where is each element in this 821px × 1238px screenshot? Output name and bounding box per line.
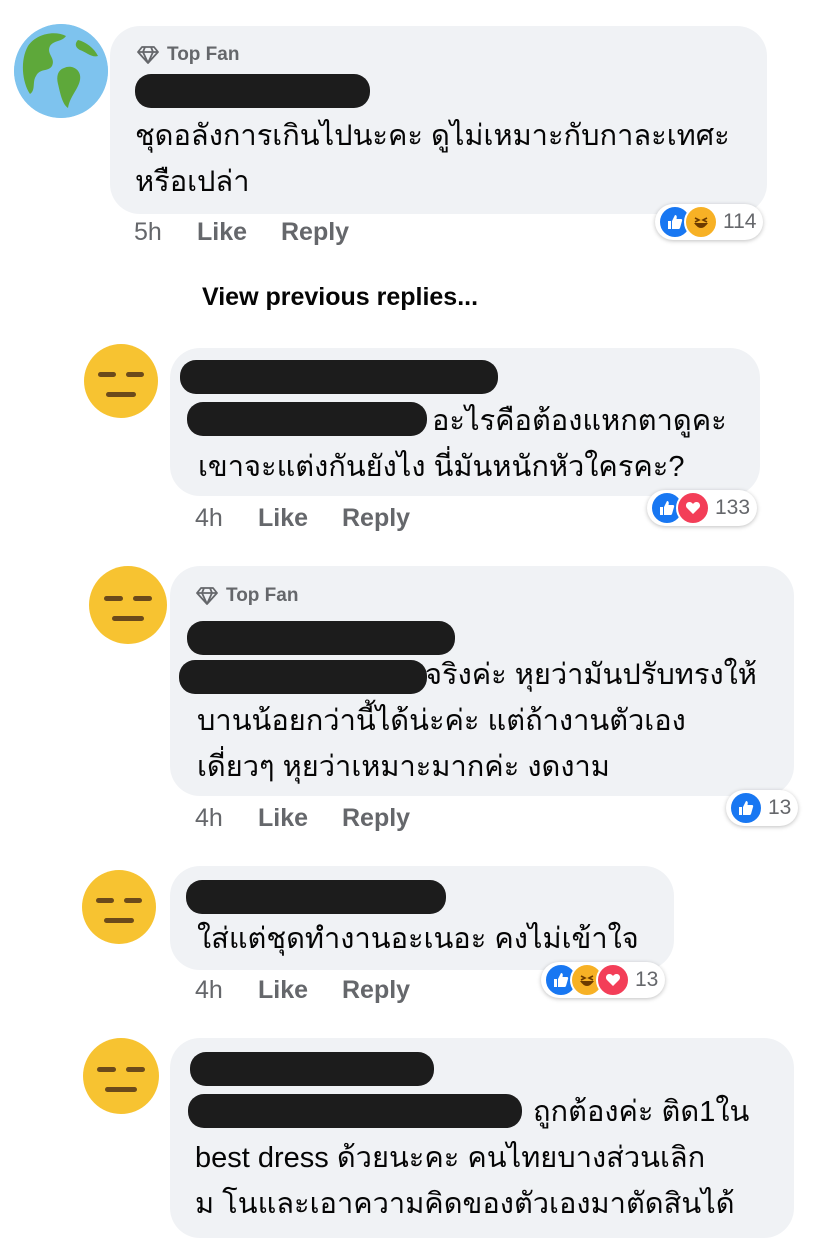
like-reaction-icon bbox=[729, 791, 763, 825]
comment-actions: 5h Like Reply bbox=[134, 218, 349, 247]
globe-icon bbox=[14, 24, 108, 118]
top-fan-label: Top Fan bbox=[167, 44, 240, 65]
diamond-icon bbox=[196, 587, 218, 605]
like-button[interactable]: Like bbox=[197, 218, 281, 247]
comment-text: จริงค่ะ หุยว่ามันปรับทรงให้ บานน้อยกว่าน… bbox=[197, 659, 757, 783]
comment-text: ใส่แต่ชุดทำงานอะเนอะ คงไม่เข้าใจ bbox=[197, 923, 639, 955]
reaction-count: 13 bbox=[635, 968, 659, 991]
love-reaction-icon bbox=[596, 963, 630, 997]
comment-actions: 4h Like Reply bbox=[195, 804, 410, 833]
top-fan-badge: Top Fan bbox=[196, 585, 298, 607]
redacted-commenter-name[interactable] bbox=[180, 360, 498, 394]
reaction-summary[interactable]: 133 bbox=[647, 490, 758, 526]
expressionless-face-avatar[interactable] bbox=[84, 344, 158, 418]
like-button[interactable]: Like bbox=[258, 504, 342, 533]
expressionless-face-avatar[interactable] bbox=[82, 870, 156, 944]
like-button[interactable]: Like bbox=[258, 976, 342, 1005]
top-fan-badge: Top Fan bbox=[137, 44, 239, 66]
globe-avatar[interactable] bbox=[14, 24, 108, 118]
love-reaction-icon bbox=[676, 491, 710, 525]
reply-button[interactable]: Reply bbox=[342, 976, 410, 1005]
like-button[interactable]: Like bbox=[258, 804, 342, 833]
haha-reaction-icon bbox=[684, 205, 718, 239]
reply-button[interactable]: Reply bbox=[281, 218, 349, 247]
expressionless-face-avatar[interactable] bbox=[89, 566, 167, 644]
diamond-icon bbox=[137, 46, 159, 64]
view-previous-replies-link[interactable]: View previous replies... bbox=[202, 283, 478, 312]
redacted-commenter-name[interactable] bbox=[187, 621, 455, 655]
timestamp[interactable]: 5h bbox=[134, 218, 197, 247]
reaction-count: 133 bbox=[715, 496, 751, 519]
timestamp[interactable]: 4h bbox=[195, 976, 258, 1005]
comment-actions: 4h Like Reply bbox=[195, 504, 410, 533]
timestamp[interactable]: 4h bbox=[195, 504, 258, 533]
reaction-summary[interactable]: 13 bbox=[726, 790, 799, 826]
comment-actions: 4h Like Reply bbox=[195, 976, 410, 1005]
reaction-count: 13 bbox=[768, 796, 792, 819]
redacted-commenter-name[interactable] bbox=[186, 880, 446, 914]
reaction-summary[interactable]: 114 bbox=[655, 204, 764, 240]
top-fan-label: Top Fan bbox=[226, 585, 299, 606]
reaction-summary[interactable]: 13 bbox=[541, 962, 666, 998]
redacted-commenter-name[interactable] bbox=[135, 74, 370, 108]
comment-text: ถูกต้องค่ะ ติด1ใน best dress ด้วยนะคะ คน… bbox=[195, 1096, 750, 1220]
expressionless-face-avatar[interactable] bbox=[83, 1038, 159, 1114]
comment-text: อะไรคือต้องแหกตาดูคะ เขาจะแต่งกันยังไง น… bbox=[198, 405, 727, 483]
redacted-commenter-name[interactable] bbox=[190, 1052, 434, 1086]
reply-button[interactable]: Reply bbox=[342, 504, 410, 533]
comment-text: ชุดอลังการเกินไปนะคะ ดูไม่เหมาะกับกาละเท… bbox=[135, 120, 730, 198]
reply-button[interactable]: Reply bbox=[342, 804, 410, 833]
timestamp[interactable]: 4h bbox=[195, 804, 258, 833]
reaction-count: 114 bbox=[723, 210, 757, 233]
